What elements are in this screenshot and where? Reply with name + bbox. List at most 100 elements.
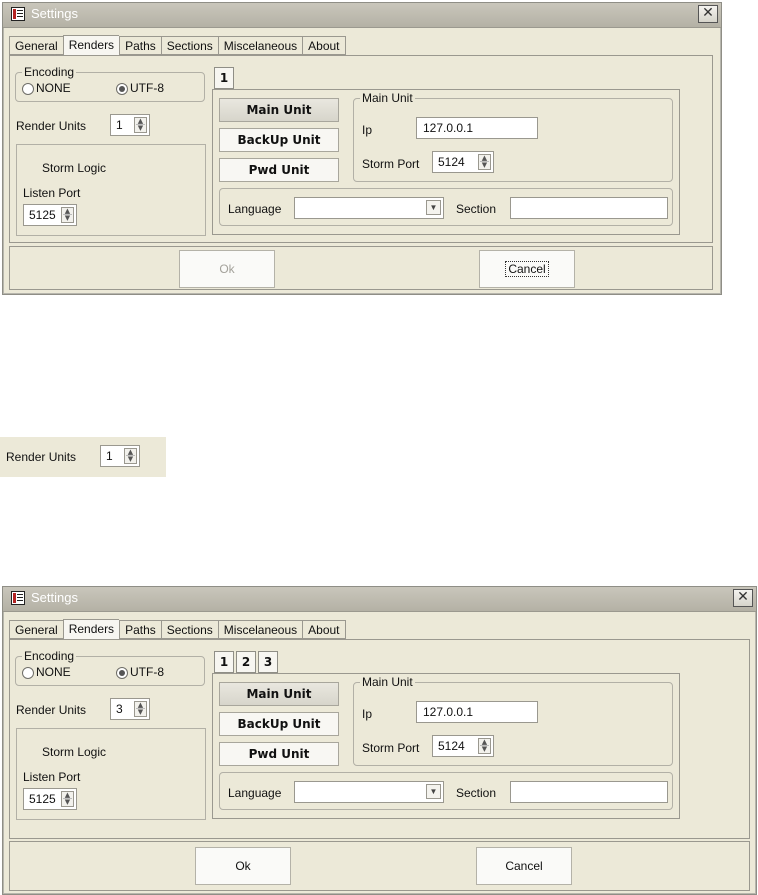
radio-none-label: NONE	[36, 81, 71, 95]
pwd-unit-button[interactable]: Pwd Unit	[219, 742, 339, 766]
settings-dialog-2: Settings ✕ General Renders Paths Section…	[2, 586, 757, 895]
unit-tab-2[interactable]: 2	[236, 651, 256, 673]
render-units-crop: Render Units 1 ▲ ▼	[0, 437, 166, 477]
tab-paths[interactable]: Paths	[119, 36, 161, 55]
language-dropdown[interactable]: ▼	[294, 781, 444, 803]
storm-port-label: Storm Port	[362, 741, 420, 755]
cancel-label: Cancel	[505, 261, 549, 277]
ip-input[interactable]: 127.0.0.1	[416, 117, 538, 139]
ok-button[interactable]: Ok	[179, 250, 275, 288]
tab-paths[interactable]: Paths	[119, 620, 161, 639]
tab-sections[interactable]: Sections	[160, 620, 218, 639]
language-group: Language ▼ Section	[219, 772, 673, 810]
storm-port-label: Storm Port	[362, 157, 420, 171]
listen-port-label: Listen Port	[23, 770, 81, 784]
unit-tab-1[interactable]: 1	[214, 67, 234, 89]
radio-none-label: NONE	[36, 665, 71, 679]
settings-list-icon	[11, 591, 25, 605]
main-tabs: General Renders Paths Sections Miscelane…	[9, 35, 346, 56]
section-input[interactable]	[510, 197, 668, 219]
chevron-down-icon[interactable]: ▼	[426, 200, 441, 215]
spinner-arrows-icon[interactable]: ▲ ▼	[124, 448, 137, 464]
title-bar[interactable]: Settings ✕	[3, 3, 721, 28]
main-unit-legend: Main Unit	[360, 675, 415, 689]
radio-none[interactable]	[22, 83, 34, 95]
main-unit-button[interactable]: Main Unit	[219, 682, 339, 706]
tab-renders[interactable]: Renders	[62, 35, 120, 56]
listen-port-spinner[interactable]: 5125 ▲ ▼	[23, 204, 77, 226]
spinner-arrows-icon[interactable]: ▲ ▼	[478, 154, 491, 170]
close-button[interactable]: ✕	[698, 5, 718, 23]
listen-port-value: 5125	[29, 208, 56, 222]
spinner-arrows-icon[interactable]: ▲ ▼	[478, 738, 491, 754]
storm-logic-group: Storm Logic Listen Port 5125 ▲ ▼	[16, 144, 206, 236]
ip-label: Ip	[362, 707, 373, 721]
spinner-arrows-icon[interactable]: ▲ ▼	[61, 207, 74, 223]
tab-general[interactable]: General	[9, 620, 63, 639]
spinner-arrows-icon[interactable]: ▲ ▼	[134, 117, 147, 133]
main-unit-legend: Main Unit	[360, 91, 415, 105]
renders-tab-panel: Encoding NONE UTF-8 Render Units 3 ▲ ▼ St…	[9, 639, 750, 839]
radio-utf8[interactable]	[116, 83, 128, 95]
close-button[interactable]: ✕	[733, 589, 753, 607]
encoding-legend: Encoding	[22, 65, 77, 79]
section-label: Section	[456, 786, 497, 800]
tab-general[interactable]: General	[9, 36, 63, 55]
unit-tab-3[interactable]: 3	[258, 651, 278, 673]
unit-panel: Main Unit BackUp Unit Pwd Unit Main Unit…	[212, 673, 680, 819]
section-label: Section	[456, 202, 497, 216]
tab-sections[interactable]: Sections	[160, 36, 218, 55]
ok-button[interactable]: Ok	[195, 847, 291, 885]
render-units-label: Render Units	[6, 450, 77, 464]
tab-about[interactable]: About	[302, 36, 346, 55]
listen-port-label: Listen Port	[23, 186, 81, 200]
radio-utf8[interactable]	[116, 667, 128, 679]
window-title: Settings	[31, 590, 78, 605]
cancel-button[interactable]: Cancel	[476, 847, 572, 885]
chevron-down-icon[interactable]: ▼	[426, 784, 441, 799]
backup-unit-button[interactable]: BackUp Unit	[219, 128, 339, 152]
render-units-value: 1	[116, 118, 123, 132]
language-label: Language	[228, 202, 282, 216]
section-input[interactable]	[510, 781, 668, 803]
tab-renders[interactable]: Renders	[62, 619, 120, 640]
render-units-value: 1	[106, 449, 113, 463]
render-units-spinner[interactable]: 1 ▲ ▼	[110, 114, 150, 136]
listen-port-spinner[interactable]: 5125 ▲ ▼	[23, 788, 77, 810]
storm-logic-group: Storm Logic Listen Port 5125 ▲ ▼	[16, 728, 206, 820]
dialog-footer: Ok Cancel	[9, 246, 713, 290]
spinner-arrows-icon[interactable]: ▲ ▼	[134, 701, 147, 717]
radio-utf8-label: UTF-8	[130, 81, 164, 95]
radio-none[interactable]	[22, 667, 34, 679]
backup-unit-button[interactable]: BackUp Unit	[219, 712, 339, 736]
settings-list-icon	[11, 7, 25, 21]
storm-port-spinner[interactable]: 5124 ▲ ▼	[432, 151, 494, 173]
title-bar[interactable]: Settings ✕	[3, 587, 756, 612]
ip-label: Ip	[362, 123, 373, 137]
render-units-label: Render Units	[16, 119, 87, 133]
spinner-arrows-icon[interactable]: ▲ ▼	[61, 791, 74, 807]
window-title: Settings	[31, 6, 78, 21]
storm-port-spinner[interactable]: 5124 ▲ ▼	[432, 735, 494, 757]
pwd-unit-button[interactable]: Pwd Unit	[219, 158, 339, 182]
storm-port-value: 5124	[438, 155, 465, 169]
ip-input[interactable]: 127.0.0.1	[416, 701, 538, 723]
tab-miscelaneous[interactable]: Miscelaneous	[217, 620, 303, 639]
tab-miscelaneous[interactable]: Miscelaneous	[217, 36, 303, 55]
render-units-label: Render Units	[16, 703, 87, 717]
main-unit-group: Main Unit Ip 127.0.0.1 Storm Port 5124 ▲…	[353, 91, 673, 182]
storm-port-value: 5124	[438, 739, 465, 753]
main-unit-button[interactable]: Main Unit	[219, 98, 339, 122]
language-group: Language ▼ Section	[219, 188, 673, 226]
language-dropdown[interactable]: ▼	[294, 197, 444, 219]
render-units-spinner[interactable]: 3 ▲ ▼	[110, 698, 150, 720]
render-units-value: 3	[116, 702, 123, 716]
cancel-button[interactable]: Cancel	[479, 250, 575, 288]
main-tabs: General Renders Paths Sections Miscelane…	[9, 619, 346, 640]
tab-about[interactable]: About	[302, 620, 346, 639]
unit-tab-1[interactable]: 1	[214, 651, 234, 673]
storm-logic-title: Storm Logic	[42, 161, 107, 175]
render-units-spinner[interactable]: 1 ▲ ▼	[100, 445, 140, 467]
encoding-legend: Encoding	[22, 649, 77, 663]
main-unit-group: Main Unit Ip 127.0.0.1 Storm Port 5124 ▲…	[353, 675, 673, 766]
